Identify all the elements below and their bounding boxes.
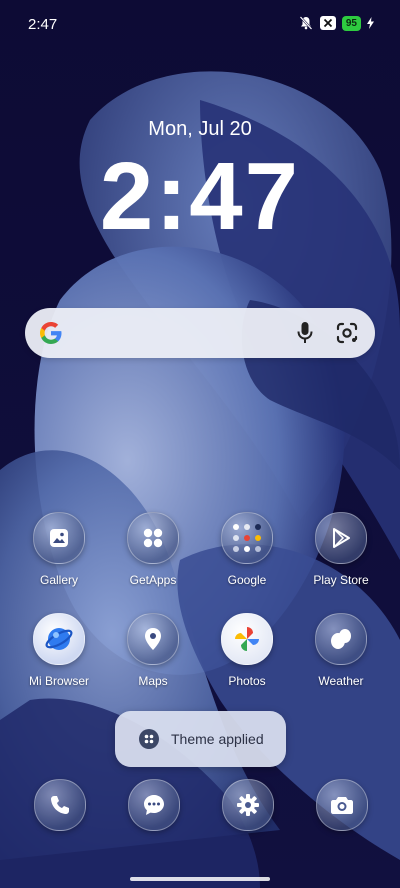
google-search-bar[interactable] [25, 308, 375, 358]
gallery-icon[interactable] [33, 512, 85, 564]
lockscreen-date: Mon, Jul 20 [148, 118, 252, 140]
maps-icon[interactable] [127, 613, 179, 665]
silent-bell-icon [299, 16, 313, 30]
status-time: 2:47 [28, 16, 58, 33]
toast-notification: Theme applied [115, 711, 286, 767]
getapps-icon[interactable] [127, 512, 179, 564]
google-folder-icon[interactable] [221, 512, 273, 564]
battery-icon: 95 [341, 15, 361, 31]
google-lens-icon[interactable] [335, 321, 359, 345]
app-label: Maps [138, 674, 168, 688]
app-maps[interactable]: Maps [103, 613, 203, 688]
messages-icon[interactable] [128, 779, 180, 831]
app-google-folder[interactable]: Google [197, 512, 297, 587]
weather-icon[interactable] [315, 613, 367, 665]
charging-bolt-icon [367, 17, 374, 29]
app-gallery[interactable]: Gallery [9, 512, 109, 587]
photos-icon[interactable] [221, 613, 273, 665]
app-label: Mi Browser [28, 674, 89, 688]
app-play-store[interactable]: Play Store [291, 512, 391, 587]
app-label: Play Store [313, 573, 369, 587]
app-weather[interactable]: Weather [291, 613, 391, 688]
camera-icon[interactable] [316, 779, 368, 831]
settings-icon[interactable] [222, 779, 274, 831]
home-indicator[interactable] [130, 877, 270, 881]
app-mi-browser[interactable]: Mi Browser [9, 613, 109, 688]
mi-browser-icon[interactable] [33, 613, 85, 665]
app-getapps[interactable]: GetApps [103, 512, 203, 587]
x-notification-icon [319, 16, 336, 30]
status-bar: 2:47 95 [0, 0, 400, 50]
microphone-icon[interactable] [297, 321, 313, 345]
clock-widget[interactable]: 2:47 [0, 142, 400, 252]
play-store-icon[interactable] [315, 512, 367, 564]
phone-icon[interactable] [34, 779, 86, 831]
app-label: Gallery [39, 573, 78, 587]
app-label: Photos [228, 674, 266, 688]
app-photos[interactable]: Photos [197, 613, 297, 688]
app-label: Weather [318, 674, 364, 688]
toast-message: Theme applied [171, 731, 264, 747]
app-label: GetApps [129, 573, 177, 587]
google-logo-icon [40, 322, 62, 344]
themes-icon [139, 729, 159, 749]
app-label: Google [227, 573, 267, 587]
status-icons: 95 [298, 15, 374, 31]
